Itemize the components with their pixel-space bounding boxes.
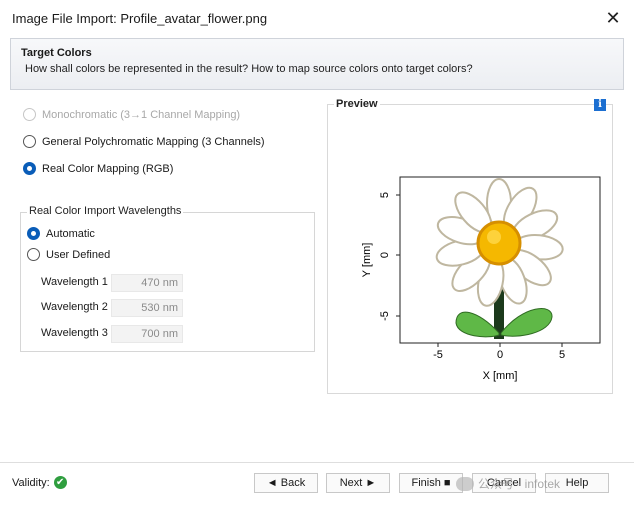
real-color-radio[interactable] (23, 162, 36, 175)
footer-divider (0, 462, 634, 463)
validity-label: Validity: (12, 476, 50, 489)
monochromatic-option: Monochromatic (3→1 Channel Mapping) (23, 108, 240, 121)
general-poly-radio[interactable] (23, 135, 36, 148)
real-color-option[interactable]: Real Color Mapping (RGB) (23, 162, 173, 175)
wavelength-1-label: Wavelength 1 (41, 276, 108, 288)
preview-plot: -5 0 5 5 0 -5 X [mm] Y [mm] (361, 176, 601, 382)
wavelength-3-field: 700 nm (111, 325, 183, 343)
watermark: 公众号 · infotek (456, 475, 560, 492)
wavelength-group-legend: Real Color Import Wavelengths (27, 205, 184, 217)
y-axis-label: Y [mm] (361, 243, 373, 278)
x-axis-label: X [mm] (483, 370, 518, 382)
wizard-header: Target Colors How shall colors be repres… (10, 38, 624, 90)
general-poly-label: General Polychromatic Mapping (3 Channel… (42, 135, 265, 148)
wavelength-2-label: Wavelength 2 (41, 301, 108, 313)
wavelength-group: Real Color Import Wavelengths Automatic … (20, 205, 315, 352)
x-tick-label: -5 (433, 349, 443, 361)
close-icon[interactable]: ✕ (604, 9, 622, 27)
y-tick-label: 0 (379, 252, 391, 258)
automatic-option[interactable]: Automatic (27, 227, 95, 240)
automatic-label: Automatic (46, 227, 95, 240)
real-color-label: Real Color Mapping (RGB) (42, 162, 174, 175)
automatic-radio[interactable] (27, 227, 40, 240)
monochromatic-label: Monochromatic (3→1 Channel Mapping) (42, 108, 241, 121)
user-defined-option[interactable]: User Defined (27, 248, 110, 261)
next-button[interactable]: Next ► (326, 473, 390, 493)
general-poly-option[interactable]: General Polychromatic Mapping (3 Channel… (23, 135, 265, 148)
x-tick-label: 5 (559, 349, 565, 361)
ok-check-icon: ✔ (53, 476, 67, 489)
wavelength-1-field: 470 nm (111, 274, 183, 292)
step-title: Target Colors (21, 47, 92, 59)
y-tick-label: 5 (379, 192, 391, 198)
watermark-text: 公众号 · infotek (478, 477, 561, 491)
back-button[interactable]: ◄ Back (254, 473, 318, 493)
step-description: How shall colors be represented in the r… (25, 63, 473, 75)
x-tick-label: 0 (497, 349, 503, 361)
y-tick-label: -5 (379, 311, 391, 321)
preview-panel: Preview i -5 0 5 5 0 -5 X [mm] Y [mm] (327, 98, 613, 394)
finish-button[interactable]: Finish ■ (399, 473, 463, 493)
title-bar: Image File Import: Profile_avatar_flower… (0, 0, 634, 36)
user-defined-radio[interactable] (27, 248, 40, 261)
validity-status: Validity: ✔ (12, 476, 67, 489)
wavelength-3-label: Wavelength 3 (41, 327, 108, 339)
window-title: Image File Import: Profile_avatar_flower… (12, 10, 268, 26)
user-defined-label: User Defined (46, 248, 111, 261)
monochromatic-radio (23, 108, 36, 121)
wechat-icon (456, 476, 474, 491)
wavelength-2-field: 530 nm (111, 299, 183, 317)
